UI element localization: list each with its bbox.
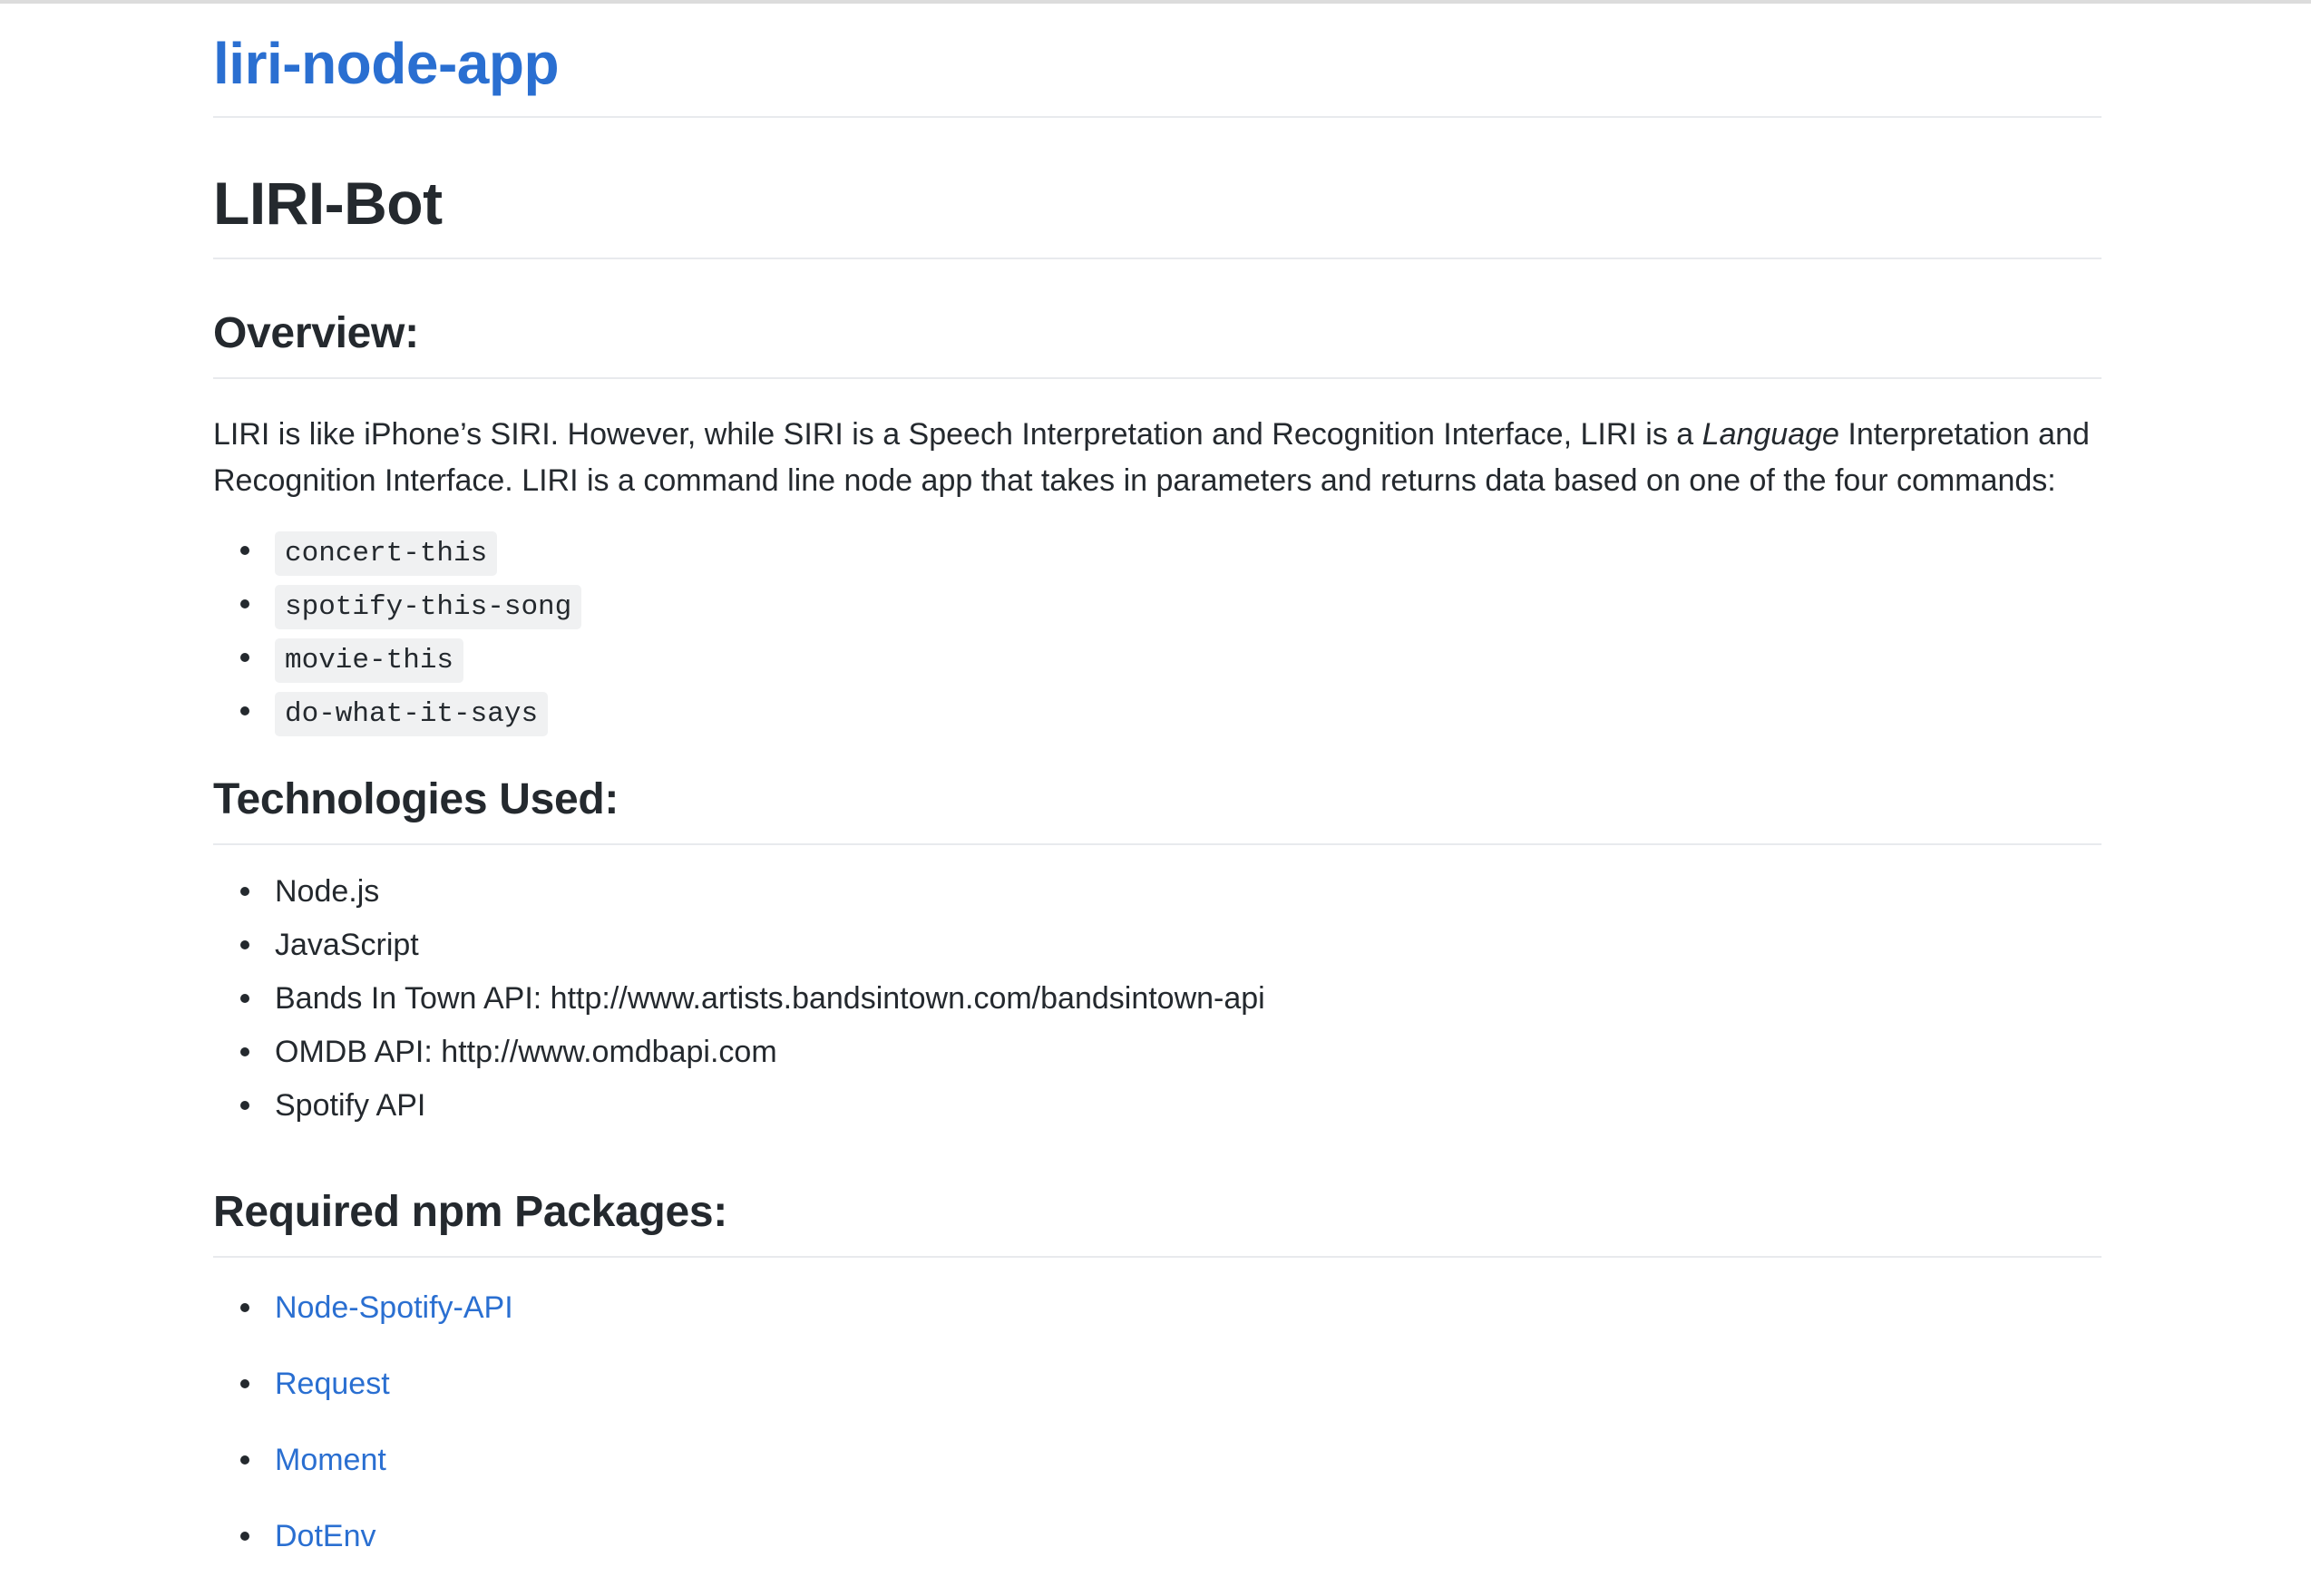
command-code: movie-this bbox=[275, 638, 464, 683]
list-item: Moment bbox=[213, 1430, 2101, 1506]
repo-title: liri-node-app bbox=[213, 0, 2101, 116]
packages-heading: Required npm Packages: bbox=[213, 1188, 727, 1236]
command-code: spotify-this-song bbox=[275, 585, 582, 629]
readme-title: LIRI-Bot bbox=[213, 170, 443, 237]
list-item: Spotify API bbox=[213, 1079, 2101, 1133]
list-item: DotEnv bbox=[213, 1506, 2101, 1582]
list-item: concert-this bbox=[213, 524, 2101, 578]
technology-item: JavaScript bbox=[275, 928, 419, 962]
package-link-node-spotify-api[interactable]: Node-Spotify-API bbox=[275, 1290, 513, 1325]
bullet-icon bbox=[240, 887, 249, 896]
bullet-icon bbox=[240, 546, 249, 555]
bullet-icon bbox=[240, 1047, 249, 1056]
list-item: do-what-it-says bbox=[213, 685, 2101, 738]
list-item: Bands In Town API: http://www.artists.ba… bbox=[213, 972, 2101, 1026]
technologies-heading: Technologies Used: bbox=[213, 775, 619, 823]
list-item: Request bbox=[213, 1354, 2101, 1430]
bullet-icon bbox=[240, 994, 249, 1003]
package-link-dotenv[interactable]: DotEnv bbox=[275, 1519, 376, 1553]
bullet-icon bbox=[240, 653, 249, 662]
technologies-list: Node.js JavaScript Bands In Town API: ht… bbox=[213, 845, 2101, 1133]
bullet-icon bbox=[240, 1532, 249, 1541]
overview-text-start: LIRI is like iPhone’s SIRI. However, whi… bbox=[213, 417, 1702, 452]
bullet-icon bbox=[240, 706, 249, 715]
technology-item: Bands In Town API: http://www.artists.ba… bbox=[275, 981, 1265, 1016]
list-item: OMDB API: http://www.omdbapi.com bbox=[213, 1026, 2101, 1079]
bullet-icon bbox=[240, 940, 249, 949]
command-code: do-what-it-says bbox=[275, 692, 549, 736]
bullet-icon bbox=[240, 1379, 249, 1388]
overview-paragraph: LIRI is like iPhone’s SIRI. However, whi… bbox=[213, 379, 2101, 504]
package-link-request[interactable]: Request bbox=[275, 1367, 390, 1401]
packages-list: Node-Spotify-API Request Moment DotEnv bbox=[213, 1258, 2101, 1582]
list-item: Node.js bbox=[213, 865, 2101, 919]
technology-item: Spotify API bbox=[275, 1088, 426, 1123]
overview-emphasis: Language bbox=[1702, 417, 1839, 452]
bullet-icon bbox=[240, 599, 249, 608]
command-code: concert-this bbox=[275, 531, 498, 576]
repo-title-link[interactable]: liri-node-app bbox=[213, 31, 560, 96]
list-item: spotify-this-song bbox=[213, 578, 2101, 631]
readme-page: liri-node-app LIRI-Bot Overview: LIRI is… bbox=[213, 0, 2101, 1582]
command-list: concert-this spotify-this-song movie-thi… bbox=[213, 504, 2101, 738]
overview-heading: Overview: bbox=[213, 309, 419, 357]
technology-item: Node.js bbox=[275, 874, 380, 909]
package-link-moment[interactable]: Moment bbox=[275, 1443, 386, 1477]
technology-item: OMDB API: http://www.omdbapi.com bbox=[275, 1035, 777, 1069]
list-item: Node-Spotify-API bbox=[213, 1278, 2101, 1354]
list-item: movie-this bbox=[213, 631, 2101, 685]
bullet-icon bbox=[240, 1303, 249, 1312]
bullet-icon bbox=[240, 1455, 249, 1465]
bullet-icon bbox=[240, 1101, 249, 1110]
list-item: JavaScript bbox=[213, 919, 2101, 972]
